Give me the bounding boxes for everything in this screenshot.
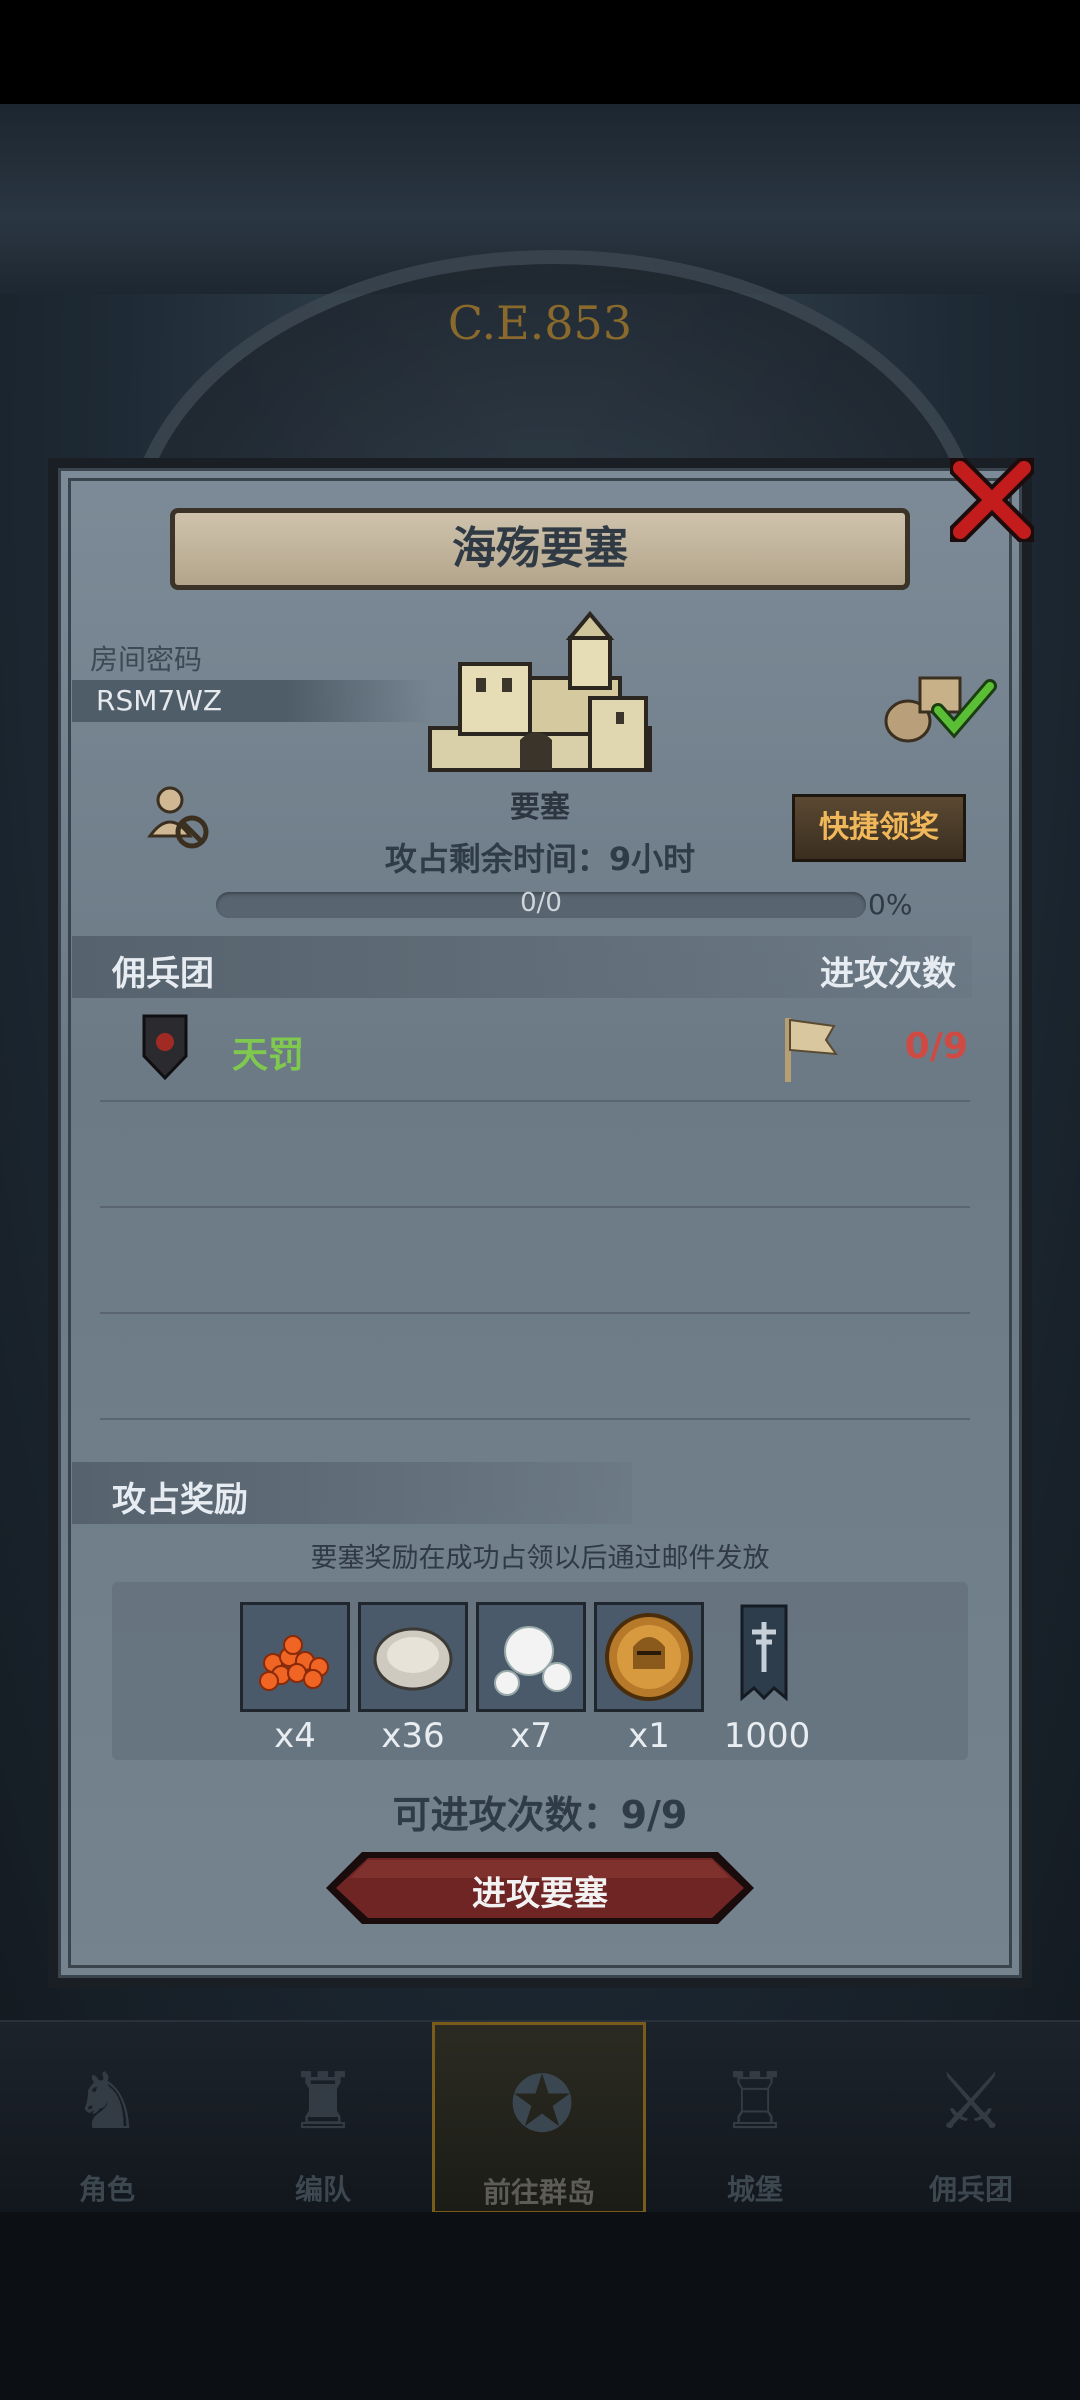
room-code-value[interactable]: RSM7WZ [96, 684, 222, 717]
reward-item[interactable] [358, 1602, 468, 1712]
banner-icon [740, 1604, 788, 1702]
era-label: C.E.853 [447, 296, 633, 350]
mercenary-name[interactable]: 天罚 [232, 1026, 304, 1078]
nav-item-character[interactable]: ♞ 角色 [0, 2022, 214, 2214]
mercenary-header: 佣兵团 [112, 954, 214, 994]
bag-checkmark-icon[interactable] [878, 666, 998, 746]
nav-label: 佣兵团 [928, 2173, 1013, 2206]
nav-label: 编队 [294, 2173, 351, 2206]
attack-button-label: 进攻要塞 [472, 1874, 608, 1914]
reward-qty: x36 [381, 1716, 445, 1756]
mercenary-attack-count: 0/9 [904, 1026, 968, 1067]
mercenary-icon: ⚔ [936, 2057, 1006, 2147]
reward-item[interactable] [594, 1602, 704, 1712]
islands-compass-icon: ✪ [509, 2060, 575, 2150]
oyster-icon [373, 1627, 453, 1691]
progress-percent: 0% [868, 888, 913, 921]
close-icon[interactable] [950, 458, 1034, 542]
bottom-padding [0, 2212, 1080, 2400]
nav-item-islands[interactable]: ✪ 前往群岛 [432, 2022, 646, 2214]
list-divider [100, 1418, 970, 1420]
nav-label: 角色 [78, 2173, 135, 2206]
reward-qty: 1000 [723, 1716, 811, 1756]
reward-item[interactable] [712, 1602, 822, 1712]
list-divider [100, 1206, 970, 1208]
knight-coin-icon [605, 1613, 693, 1701]
reward-item[interactable] [240, 1602, 350, 1712]
reward-qty: x1 [628, 1716, 670, 1756]
occupy-timer: 攻占剩余时间：9小时 [384, 840, 696, 878]
formation-icon: ♜ [288, 2057, 358, 2147]
attack-count-header: 进攻次数 [820, 954, 956, 994]
pearl-icon [494, 1626, 572, 1696]
fortress-castle-icon [428, 610, 652, 772]
available-attacks: 可进攻次数：9/9 [392, 1793, 688, 1837]
dialog-title: 海殇要塞 [170, 508, 910, 590]
bottom-nav: ♞ 角色 ♜ 编队 ✪ 前往群岛 ♖ 城堡 ⚔ 佣兵团 [0, 2020, 1080, 2214]
list-divider [100, 1100, 970, 1102]
flag-icon [785, 1018, 838, 1082]
person-blocked-icon[interactable] [144, 782, 214, 852]
rewards-header: 攻占奖励 [112, 1480, 248, 1520]
nav-label: 前往群岛 [482, 2176, 595, 2209]
rewards-note: 要塞奖励在成功占领以后通过邮件发放 [310, 1543, 770, 1574]
room-code-label: 房间密码 [90, 643, 203, 676]
nav-item-formation[interactable]: ♜ 编队 [216, 2022, 430, 2214]
progress-text: 0/0 [520, 888, 562, 918]
salmon-roe-icon [259, 1635, 329, 1691]
shield-icon [142, 1014, 188, 1081]
list-divider [100, 1312, 970, 1314]
nav-item-castle[interactable]: ♖ 城堡 [648, 2022, 862, 2214]
nav-item-mercenary[interactable]: ⚔ 佣兵团 [864, 2022, 1078, 2214]
status-bar [0, 0, 1080, 104]
reward-item[interactable] [476, 1602, 586, 1712]
castle-icon: ♖ [720, 2057, 790, 2147]
reward-qty: x4 [274, 1716, 316, 1756]
knight-helmet-icon: ♞ [72, 2057, 142, 2147]
fortress-name: 要塞 [510, 790, 570, 825]
nav-label: 城堡 [726, 2173, 783, 2206]
reward-qty: x7 [510, 1716, 552, 1756]
